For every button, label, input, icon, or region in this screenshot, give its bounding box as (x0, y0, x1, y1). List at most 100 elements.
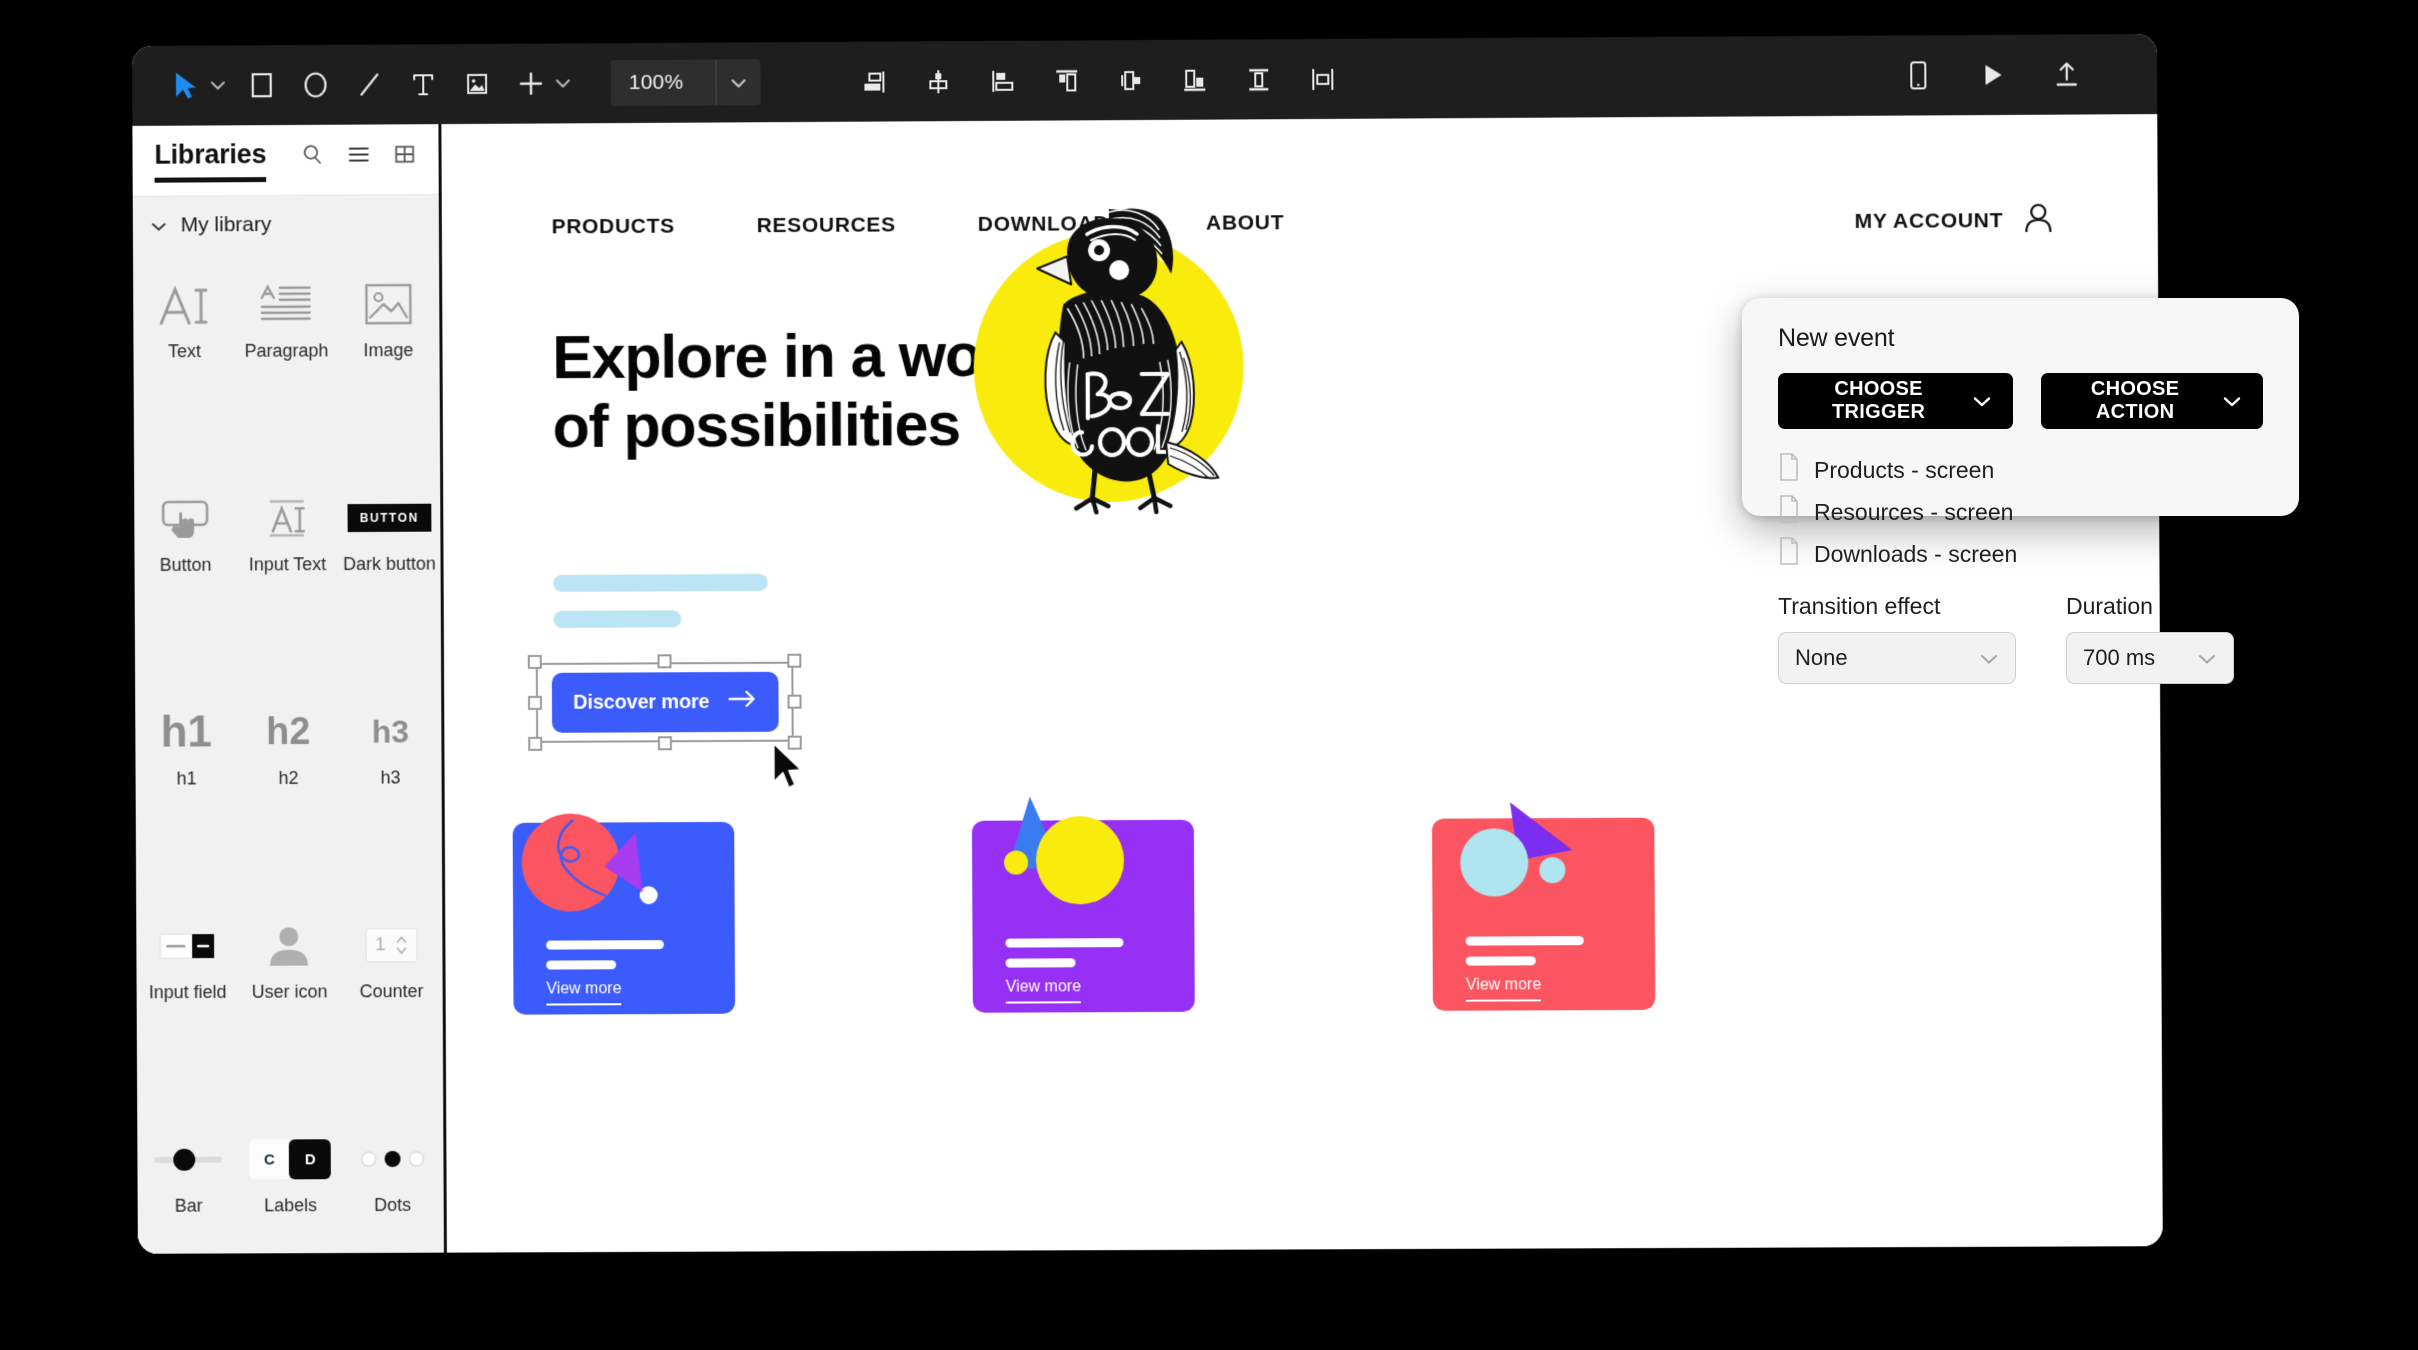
image-tool[interactable] (451, 58, 503, 110)
card-text-bar-long (1465, 936, 1584, 946)
file-page-icon (1778, 453, 1800, 487)
choose-trigger-button[interactable]: CHOOSE TRIGGER (1778, 373, 2014, 429)
search-icon[interactable] (301, 142, 325, 171)
resize-handle-top-right[interactable] (787, 653, 802, 668)
align-top-icon[interactable] (1040, 54, 1092, 106)
list-view-icon[interactable] (347, 142, 371, 171)
resize-handle-top-left[interactable] (527, 654, 542, 669)
tab-libraries[interactable]: Libraries (154, 139, 266, 183)
resize-handle-bottom-center[interactable] (657, 736, 672, 751)
screen-list: Products - screen Resources - screen Dow… (1778, 451, 2263, 573)
new-event-title: New event (1778, 324, 1895, 352)
distribute-vertical-icon[interactable] (1296, 53, 1348, 105)
chevron-down-icon[interactable] (553, 78, 573, 88)
rectangle-tool[interactable] (236, 59, 288, 111)
card-2-view-more-link[interactable]: View more (1005, 978, 1082, 1004)
chevron-down-icon (2197, 645, 2217, 671)
heading-h1-icon: h1 (160, 707, 213, 757)
resize-handle-middle-left[interactable] (527, 695, 543, 710)
transition-effect-value: None (1795, 645, 1848, 670)
resize-handle-top-center[interactable] (657, 654, 672, 669)
chevron-down-icon[interactable] (208, 80, 228, 91)
text-tool[interactable] (397, 58, 449, 110)
resize-handle-bottom-left[interactable] (528, 736, 543, 751)
duration-field: Duration 700 ms (2066, 593, 2234, 684)
library-item-counter[interactable]: 1 Counter (340, 911, 443, 1018)
transition-effect-select[interactable]: None (1778, 632, 2016, 684)
event-buttons-row: CHOOSE TRIGGER CHOOSE ACTION (1778, 373, 2263, 429)
mouse-cursor-icon (771, 742, 809, 799)
grid-view-icon[interactable] (393, 142, 417, 171)
play-preview-icon[interactable] (1966, 49, 2018, 101)
card-3[interactable]: View more (1431, 802, 1656, 1011)
duration-select[interactable]: 700 ms (2066, 632, 2234, 684)
library-item-dark-button[interactable]: BUTTON Dark button (338, 484, 441, 591)
screen-list-item[interactable]: Downloads - screen (1778, 535, 2263, 573)
panel-header-icons (301, 142, 417, 178)
align-middle-vertical-icon[interactable] (1232, 53, 1284, 105)
align-center-horizontal-icon[interactable] (912, 55, 964, 107)
library-item-label: h1 (176, 768, 197, 789)
library-item-h1[interactable]: h1 h1 (135, 698, 237, 805)
image-placeholder-icon (360, 276, 416, 332)
input-field-icon (156, 918, 218, 974)
labels-toggle-icon: C D (249, 1131, 332, 1187)
library-item-h2[interactable]: h2 h2 (237, 698, 340, 805)
library-item-label: Button (159, 554, 212, 575)
align-bottom-icon[interactable] (1168, 54, 1220, 106)
card-text-bar-short (1005, 958, 1076, 968)
chevron-down-icon[interactable] (151, 213, 167, 237)
library-item-h3[interactable]: h3 h3 (339, 697, 442, 804)
my-account-link[interactable]: MY ACCOUNT (1855, 201, 2056, 241)
library-item-image[interactable]: Image (337, 270, 440, 377)
new-event-panel[interactable]: New event CHOOSE TRIGGER CHOOSE ACTION P… (1742, 298, 2299, 684)
nav-link-products[interactable]: PRODUCTS (552, 215, 675, 240)
screen-list-item[interactable]: Resources - screen (1778, 493, 2263, 531)
card-1-view-more-link[interactable]: View more (546, 980, 622, 1006)
my-library-label: My library (180, 212, 272, 236)
select-tool[interactable] (160, 60, 212, 112)
heading-h2-icon: h2 (266, 710, 311, 753)
distribute-horizontal-icon[interactable] (1104, 54, 1156, 106)
resize-handle-middle-right[interactable] (787, 694, 802, 709)
button-tap-icon (156, 491, 214, 547)
library-item-text[interactable]: Text (133, 271, 235, 378)
duration-value: 700 ms (2083, 645, 2156, 670)
top-toolbar: 100% (132, 33, 2158, 126)
selection-frame[interactable]: Discover more (527, 653, 803, 789)
library-item-label: Input field (148, 981, 227, 1003)
library-item-input-text[interactable]: Input Text (236, 484, 339, 591)
my-library-section[interactable]: My library (132, 194, 440, 254)
library-item-labels[interactable]: C D Labels (239, 1125, 342, 1232)
chevron-down-icon[interactable] (717, 77, 761, 88)
library-item-button[interactable]: Button (134, 485, 236, 592)
library-item-paragraph[interactable]: Paragraph (235, 271, 338, 378)
paragraph-icon (255, 277, 317, 333)
label-chip-c: C (249, 1139, 290, 1180)
library-item-label: Input Text (248, 554, 327, 575)
library-item-bar[interactable]: Bar (137, 1126, 239, 1233)
align-right-icon[interactable] (848, 55, 900, 107)
line-tool[interactable] (343, 58, 395, 110)
card-3-view-more-link[interactable]: View more (1465, 976, 1542, 1002)
library-item-label: Image (363, 339, 414, 361)
library-item-label: h3 (380, 767, 401, 788)
library-item-input-field[interactable]: Input field (136, 912, 238, 1019)
zoom-control[interactable]: 100% (610, 59, 761, 107)
ellipse-tool[interactable] (290, 59, 342, 111)
card-2[interactable]: View more (971, 796, 1195, 1013)
toolbar-align-group (848, 53, 1348, 108)
library-item-dots[interactable]: Dots (341, 1125, 444, 1232)
export-upload-icon[interactable] (2041, 48, 2093, 100)
add-tool[interactable] (505, 58, 557, 110)
duration-label: Duration (2066, 593, 2153, 619)
card-1[interactable]: View more (512, 813, 736, 1015)
discover-more-button[interactable]: Discover more (551, 671, 779, 733)
choose-action-button[interactable]: CHOOSE ACTION (2041, 373, 2263, 429)
mobile-preview-icon[interactable] (1892, 49, 1944, 101)
align-left-icon[interactable] (976, 55, 1028, 107)
screen-list-item[interactable]: Products - screen (1778, 451, 2263, 489)
library-item-user-icon[interactable]: User icon (238, 912, 341, 1019)
dark-button-icon: BUTTON (347, 490, 431, 546)
nav-link-resources[interactable]: RESOURCES (757, 213, 896, 238)
